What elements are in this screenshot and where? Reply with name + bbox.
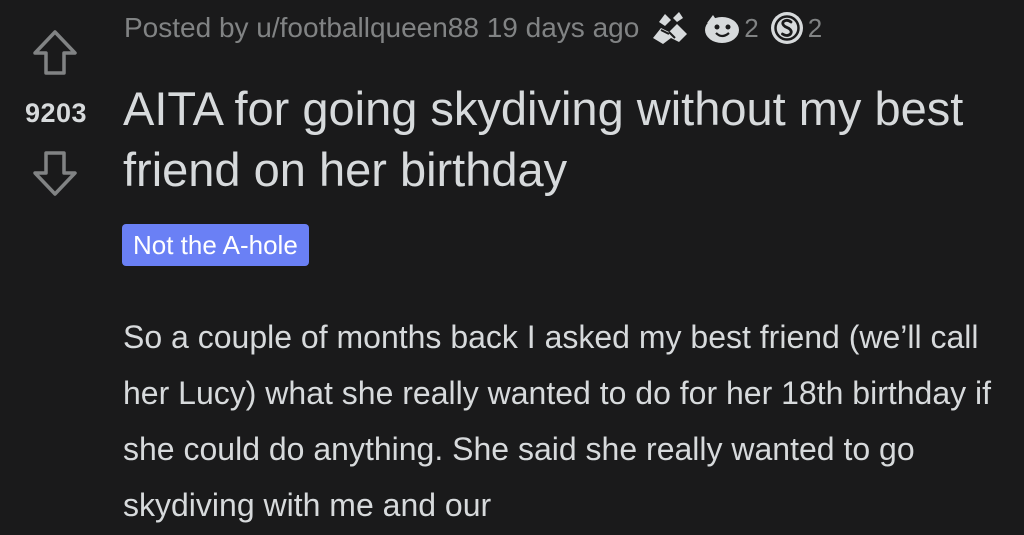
handshake-award-icon: [649, 8, 691, 48]
award-handshake[interactable]: [649, 8, 691, 48]
reddit-post: 9203 Posted by u/footballqueen88 19 days…: [0, 0, 1024, 535]
post-body: So a couple of months back I asked my be…: [123, 319, 992, 523]
upvote-icon[interactable]: [30, 28, 80, 78]
wholesome-award-icon: [701, 11, 741, 45]
vote-score: 9203: [24, 98, 88, 128]
post-flair[interactable]: Not the A-hole: [122, 224, 309, 266]
award-wholesome[interactable]: 2: [701, 11, 759, 45]
post-meta: Posted by u/footballqueen88 19 days ago: [124, 8, 822, 48]
award-count: 2: [807, 12, 823, 43]
post-title[interactable]: AITA for going skydiving without my best…: [123, 78, 1013, 200]
award-silver[interactable]: 2: [769, 10, 822, 46]
posted-by-text[interactable]: Posted by u/footballqueen88 19 days ago: [124, 12, 639, 44]
silver-coin-award-icon: [769, 10, 805, 46]
vote-column: 9203: [0, 0, 112, 535]
downvote-icon[interactable]: [30, 148, 80, 198]
award-count: 2: [744, 12, 759, 43]
